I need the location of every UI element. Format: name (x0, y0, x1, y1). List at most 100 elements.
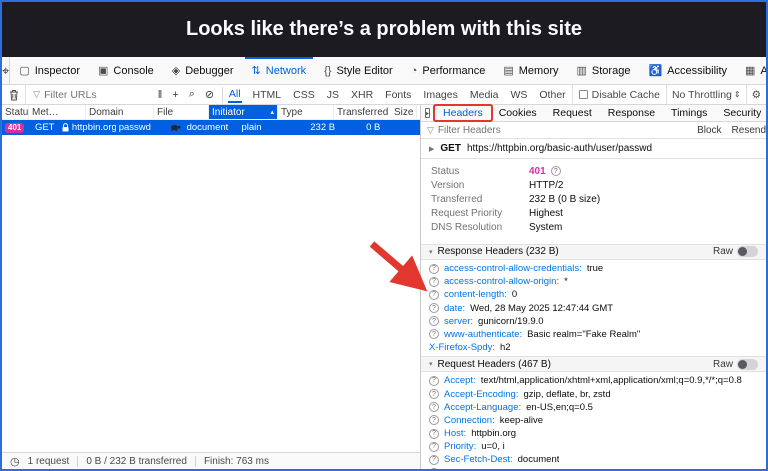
headers-filter-row: ▽ Block Resend (421, 122, 766, 139)
help-circle-icon[interactable]: ? (550, 166, 561, 177)
help-circle-icon[interactable]: ? (429, 441, 439, 452)
request-row-selected[interactable]: 401 GET httpbin.org passwd document plai… (2, 120, 420, 135)
help-circle-icon[interactable]: ? (429, 415, 439, 426)
type-filter[interactable]: Fonts (379, 85, 417, 104)
devtools-tab[interactable]: ⇅ Network (243, 57, 316, 84)
panel-toggle-icon[interactable]: ▸ (425, 108, 431, 118)
column-header[interactable]: Type (278, 105, 334, 119)
header-row[interactable]: ? Sec-Fetch-Mode navigate (421, 467, 766, 469)
raw-toggle[interactable] (737, 246, 758, 258)
type-filter[interactable]: HTML (247, 85, 288, 104)
request-headers-section-header[interactable]: ▾ Request Headers (467 B) Raw (421, 356, 766, 373)
header-row[interactable]: ? Accept-Encoding gzip, deflate, br, zst… (421, 387, 766, 400)
header-row[interactable]: ? www-authenticate Basic realm="Fake Rea… (421, 328, 766, 341)
search-icon[interactable]: ⌕ (185, 88, 199, 101)
details-tab[interactable]: Headers (435, 106, 491, 120)
help-circle-icon[interactable]: ? (429, 468, 439, 469)
column-header[interactable]: Initiator ▴ (209, 105, 278, 119)
type-filter[interactable]: All (223, 85, 247, 104)
filter-headers-input[interactable] (437, 124, 694, 136)
header-row[interactable]: ? Accept-Language en-US,en;q=0.5 (421, 401, 766, 414)
help-circle-icon[interactable]: ? (429, 329, 439, 340)
help-circle-icon[interactable]: ? (429, 263, 439, 274)
disable-cache-checkbox[interactable] (578, 90, 588, 99)
network-settings-button[interactable]: ⚙ (745, 85, 766, 104)
devtools-tab[interactable]: ▦ Application (736, 57, 766, 84)
help-circle-icon[interactable]: ? (429, 276, 439, 287)
help-circle-icon[interactable]: ? (429, 402, 439, 413)
column-header[interactable]: Size (391, 105, 418, 119)
help-circle-icon[interactable]: ? (429, 289, 439, 300)
help-circle-icon[interactable]: ? (429, 454, 439, 465)
column-header[interactable]: Transferred (334, 105, 391, 119)
header-row[interactable]: ? server gunicorn/19.9.0 (421, 315, 766, 328)
devtools-tab[interactable]: ▣ Console (89, 57, 163, 84)
summary-row: DNS Resolution System (421, 221, 766, 235)
header-row[interactable]: ? access-control-allow-origin * (421, 275, 766, 288)
type-filter[interactable]: Other (533, 85, 571, 104)
url-filter-wrap: ▽ (26, 85, 150, 104)
header-row[interactable]: ? date Wed, 28 May 2025 12:47:44 GMT (421, 302, 766, 315)
divider (77, 455, 79, 467)
header-row[interactable]: ? content-length 0 (421, 288, 766, 301)
details-tab[interactable]: Cookies (491, 106, 545, 120)
help-circle-icon[interactable]: ? (429, 389, 439, 400)
header-row[interactable]: ? access-control-allow-credentials true (421, 262, 766, 275)
devtools-tab[interactable]: ▢ Inspector (10, 57, 89, 84)
details-tab[interactable]: Request (545, 106, 600, 120)
disable-cache-option[interactable]: Disable Cache (571, 85, 666, 104)
filter-urls-input[interactable] (44, 88, 150, 101)
help-circle-icon[interactable]: ? (429, 316, 439, 327)
pause-icon[interactable]: ‖ (154, 89, 167, 101)
resend-button[interactable]: Resend (732, 125, 766, 136)
help-circle-icon[interactable]: ? (429, 428, 439, 439)
column-header[interactable]: Status (2, 105, 29, 119)
transferred-cell: 232 B (310, 122, 336, 133)
devtools-tab[interactable]: ▥ Storage (568, 57, 640, 84)
details-tab[interactable]: Timings (663, 106, 715, 120)
details-tab[interactable]: Response (600, 106, 663, 120)
summary-value: 401 ? (529, 166, 561, 177)
header-row[interactable]: ? Host httpbin.org (421, 427, 766, 440)
request-url-line[interactable]: ▶ GET https://httpbin.org/basic-auth/use… (421, 139, 766, 159)
type-filter[interactable]: Media (464, 85, 505, 104)
raw-toggle[interactable] (737, 358, 758, 370)
summary-value: 232 B (0 B size) (529, 193, 601, 205)
help-circle-icon[interactable]: ? (429, 375, 439, 386)
column-header[interactable]: File (154, 105, 209, 119)
type-filter[interactable]: CSS (287, 85, 321, 104)
header-row[interactable]: ? Priority u=0, i (421, 440, 766, 453)
type-filter[interactable]: Images (417, 85, 463, 104)
header-row[interactable]: X-Firefox-Spdy h2 (421, 341, 766, 354)
type-filter[interactable]: WS (504, 85, 533, 104)
help-circle-icon[interactable]: ? (429, 303, 439, 314)
type-filter[interactable]: JS (321, 85, 345, 104)
devtools-tab[interactable]: ▤ Memory (494, 57, 567, 84)
header-row[interactable]: ? Connection keep-alive (421, 414, 766, 427)
new-request-icon[interactable]: + (168, 89, 182, 101)
header-row[interactable]: ? Sec-Fetch-Dest document (421, 453, 766, 466)
header-value: Basic realm="Fake Realm" (527, 328, 641, 340)
header-value: keep-alive (499, 414, 544, 426)
network-filter-bar: ▽ ‖ + ⌕ ⊘ All HTML CSS (2, 85, 766, 105)
clear-requests-button[interactable] (2, 85, 27, 104)
header-value: * (564, 276, 568, 288)
devtools-tab-icon: ◔ (410, 64, 418, 77)
column-header[interactable]: Domain (86, 105, 154, 119)
details-tab[interactable]: Security (715, 106, 766, 120)
column-header[interactable]: Met… (29, 105, 86, 119)
node-picker-button[interactable]: ⌖ (2, 57, 11, 84)
devtools-tab[interactable]: ◔ Performance (402, 57, 495, 84)
response-headers-section-header[interactable]: ▾ Response Headers (232 B) Raw (421, 243, 766, 260)
header-name: www-authenticate (444, 329, 522, 340)
devtools-tab[interactable]: ◈ Debugger (163, 57, 243, 84)
header-row[interactable]: ? Accept text/html,application/xhtml+xml… (421, 374, 766, 387)
devtools-tab[interactable]: {} Style Editor (315, 57, 402, 84)
headers-panel-content: ▶ GET https://httpbin.org/basic-auth/use… (421, 139, 766, 469)
block-button[interactable]: Block (697, 125, 721, 136)
devtools-tab[interactable]: ♿ Accessibility (639, 57, 736, 84)
request-blocking-icon[interactable]: ⊘ (201, 88, 218, 101)
summary-row: Transferred 232 B (0 B size) (421, 192, 766, 206)
type-filter[interactable]: XHR (345, 85, 379, 104)
throttling-select[interactable]: No Throttling ⇕ (665, 85, 746, 104)
